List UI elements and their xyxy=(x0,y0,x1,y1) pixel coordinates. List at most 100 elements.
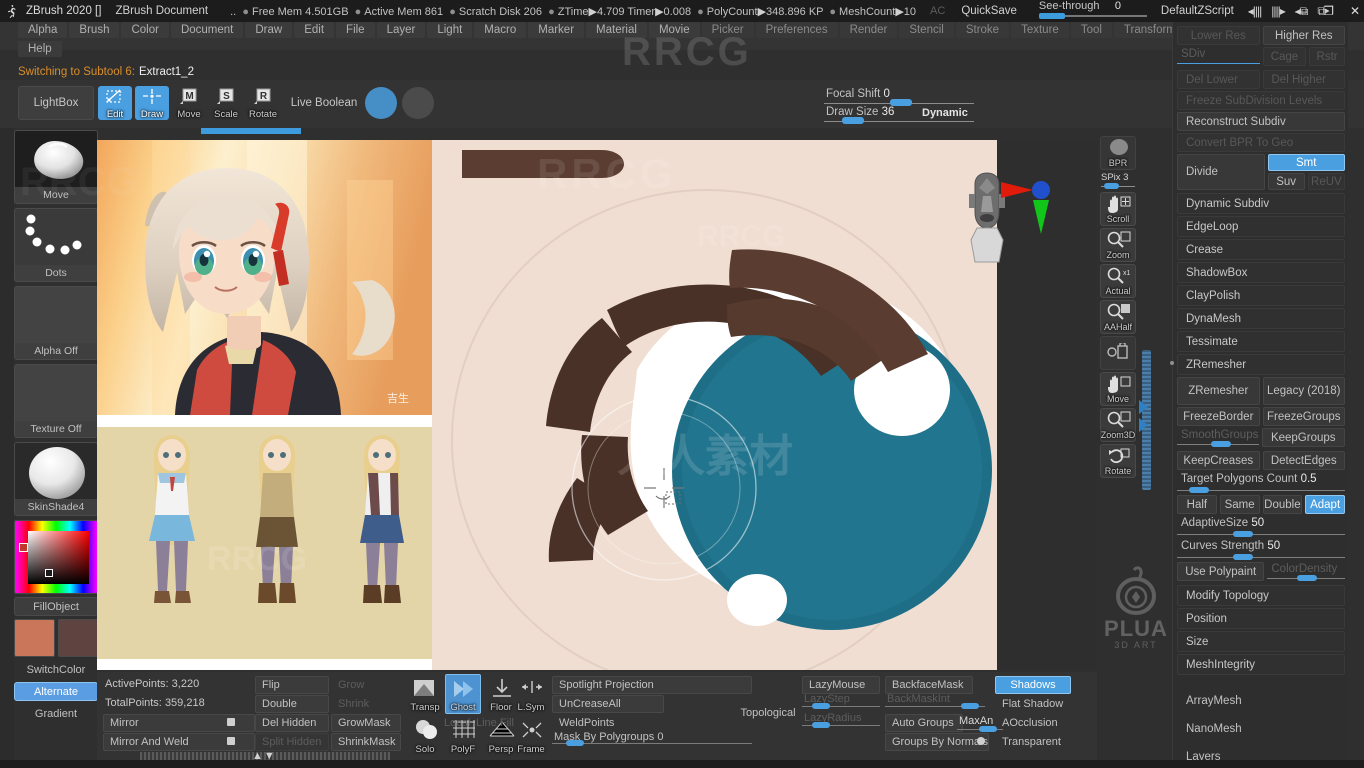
see-through-handle[interactable] xyxy=(1038,13,1065,19)
dynamesh-section[interactable]: DynaMesh xyxy=(1177,308,1345,329)
freeze-border-button[interactable]: FreezeBorder xyxy=(1177,407,1260,426)
menu-item-macro[interactable]: Macro xyxy=(474,22,527,38)
scroll-arrow-top-icon[interactable] xyxy=(1139,400,1148,414)
material-selector[interactable]: SkinShade4 xyxy=(14,442,98,516)
quicksave-button[interactable]: QuickSave xyxy=(961,5,1017,17)
lazy-mouse-button[interactable]: LazyMouse xyxy=(802,676,880,694)
color-density-handle[interactable] xyxy=(1297,575,1318,581)
focal-shift-slider[interactable]: Focal Shift 0 xyxy=(824,88,974,106)
del-higher-button[interactable]: Del Higher xyxy=(1262,70,1345,89)
rstr-button[interactable]: Rstr xyxy=(1309,47,1345,66)
size-section[interactable]: Size xyxy=(1177,631,1345,652)
switch-color-button[interactable]: SwitchColor xyxy=(14,660,98,679)
lazy-step-handle[interactable] xyxy=(812,703,830,709)
maximize-button[interactable]: ❐ xyxy=(1323,4,1334,18)
color-picker[interactable] xyxy=(14,520,98,594)
menu-item-stencil[interactable]: Stencil xyxy=(899,22,954,38)
move-mode-button[interactable]: M Move xyxy=(172,86,206,120)
menu-item-alpha[interactable]: Alpha xyxy=(18,22,68,38)
menu-item-preferences[interactable]: Preferences xyxy=(755,22,838,38)
ghost-toggle[interactable]: Ghost xyxy=(445,674,481,714)
transparent-toggle[interactable]: Transparent xyxy=(995,733,1071,751)
menu-item-document[interactable]: Document xyxy=(170,22,244,38)
shrink-button[interactable]: Shrink xyxy=(331,695,401,713)
half-button[interactable]: Half xyxy=(1177,495,1217,514)
menu-collapse-left-icon[interactable]: ◂|||| xyxy=(1248,4,1262,18)
mask-by-polygroups-handle[interactable] xyxy=(566,740,584,746)
claypolish-section[interactable]: ClayPolish xyxy=(1177,285,1345,306)
dynamic-label[interactable]: Dynamic xyxy=(922,107,968,119)
persp-lock-button[interactable] xyxy=(1100,336,1136,370)
menu-item-brush[interactable]: Brush xyxy=(69,22,120,38)
target-polygons-slider[interactable]: Target Polygons Count 0.5 xyxy=(1177,472,1345,493)
alternate-button[interactable]: Alternate xyxy=(14,682,98,701)
boolean-preview-indicator[interactable] xyxy=(402,87,434,119)
texture-selector[interactable]: Texture Off xyxy=(14,364,98,438)
uncreaseall-button[interactable]: UnCreaseAll xyxy=(552,695,664,713)
groups-by-normals-button[interactable]: Groups By Normals xyxy=(885,733,989,751)
rotate-mode-button[interactable]: R Rotate xyxy=(246,86,280,120)
lazy-step-slider[interactable]: LazyStep xyxy=(802,693,880,709)
mirror-axis-indicator[interactable] xyxy=(227,718,235,726)
divide-button[interactable]: Divide xyxy=(1177,154,1265,190)
reconstruct-subdiv-button[interactable]: Reconstruct Subdiv xyxy=(1177,112,1345,131)
stroke-selector[interactable]: Dots xyxy=(14,208,98,282)
cage-button[interactable]: Cage xyxy=(1262,47,1307,66)
menu-item-file[interactable]: File xyxy=(336,22,375,38)
bpr-button[interactable]: BPR xyxy=(1100,136,1136,170)
spotlight-projection-button[interactable]: Spotlight Projection xyxy=(552,676,752,694)
edit-mode-button[interactable]: Edit xyxy=(98,86,132,120)
zremesher-section[interactable]: ZRemesher xyxy=(1177,354,1345,375)
auto-groups-button[interactable]: Auto Groups xyxy=(885,714,963,732)
actual-size-button[interactable]: Actual x1 xyxy=(1100,264,1136,298)
draw-mode-button[interactable]: Draw xyxy=(135,86,169,120)
zremesher-button[interactable]: ZRemesher xyxy=(1177,377,1260,405)
array-mesh-section[interactable]: ArrayMesh xyxy=(1177,691,1345,710)
lightbox-button[interactable]: LightBox xyxy=(18,86,94,120)
adaptive-size-slider[interactable]: AdaptiveSize 50 xyxy=(1177,516,1345,537)
zoom3d-button[interactable]: Zoom3D xyxy=(1100,408,1136,442)
sdiv-slider[interactable]: SDiv xyxy=(1177,47,1260,66)
focal-shift-handle[interactable] xyxy=(890,99,912,106)
spix-slider[interactable]: SPix 3 xyxy=(1100,172,1136,189)
menu-item-help[interactable]: Help xyxy=(18,41,62,57)
target-polygons-handle[interactable] xyxy=(1189,487,1209,493)
menu-item-stroke[interactable]: Stroke xyxy=(955,22,1010,38)
position-section[interactable]: Position xyxy=(1177,608,1345,629)
tessimate-section[interactable]: Tessimate xyxy=(1177,331,1345,352)
backmaskint-handle[interactable] xyxy=(961,703,979,709)
menu-item-material[interactable]: Material xyxy=(586,22,647,38)
menu-item-edit[interactable]: Edit xyxy=(294,22,335,38)
higher-res-button[interactable]: Higher Res xyxy=(1262,26,1345,45)
smooth-groups-handle[interactable] xyxy=(1211,441,1231,447)
menu-item-texture[interactable]: Texture xyxy=(1011,22,1069,38)
menu-item-light[interactable]: Light xyxy=(427,22,473,38)
brush-selector[interactable]: Move xyxy=(14,130,98,204)
lazy-radius-handle[interactable] xyxy=(812,722,830,728)
smooth-groups-slider[interactable]: SmoothGroups xyxy=(1177,428,1259,447)
suv-button[interactable]: Suv xyxy=(1267,173,1305,190)
spix-handle[interactable] xyxy=(1104,183,1119,189)
menu-item-marker[interactable]: Marker xyxy=(528,22,585,38)
rotate-3d-button[interactable]: Rotate xyxy=(1100,444,1136,478)
aocclusion-toggle[interactable]: AOcclusion xyxy=(995,714,1071,732)
menu-item-picker[interactable]: Picker xyxy=(701,22,754,38)
del-lower-button[interactable]: Del Lower xyxy=(1177,70,1260,89)
fill-object-button[interactable]: FillObject xyxy=(14,597,98,616)
backmaskint-slider[interactable]: BackMaskInt xyxy=(885,693,985,709)
zoom-button[interactable]: Zoom xyxy=(1100,228,1136,262)
menu-item-render[interactable]: Render xyxy=(839,22,898,38)
menu-item-tool[interactable]: Tool xyxy=(1070,22,1112,38)
color-density-slider[interactable]: ColorDensity xyxy=(1267,562,1345,581)
minimize-button[interactable]: — xyxy=(1295,4,1307,18)
see-through-slider[interactable]: See-through 0 xyxy=(1038,0,1147,22)
live-boolean-button[interactable]: Live Boolean xyxy=(284,86,364,120)
zscript-label[interactable]: DefaultZScript xyxy=(1161,5,1234,17)
lsym-toggle[interactable]: L.Sym xyxy=(513,674,549,714)
same-button[interactable]: Same xyxy=(1219,495,1260,514)
secondary-color-swatch[interactable] xyxy=(57,619,98,657)
alpha-selector[interactable]: Alpha Off xyxy=(14,286,98,360)
adaptive-size-handle[interactable] xyxy=(1233,531,1253,537)
axis-gizmo[interactable] xyxy=(993,170,1057,250)
backface-mask-button[interactable]: BackfaceMask xyxy=(885,676,973,694)
